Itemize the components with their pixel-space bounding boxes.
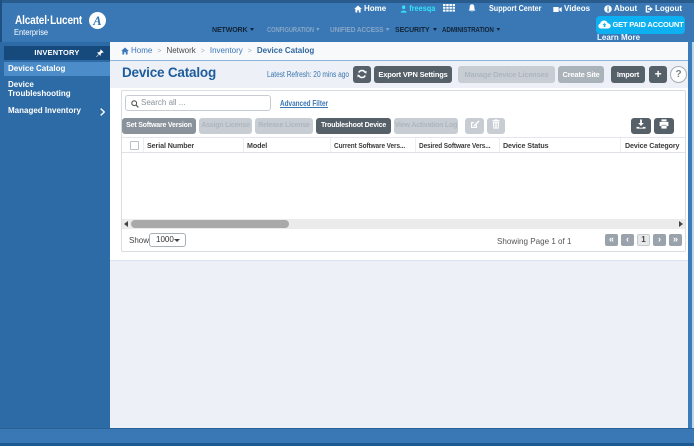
svg-text:A: A [92,14,101,28]
